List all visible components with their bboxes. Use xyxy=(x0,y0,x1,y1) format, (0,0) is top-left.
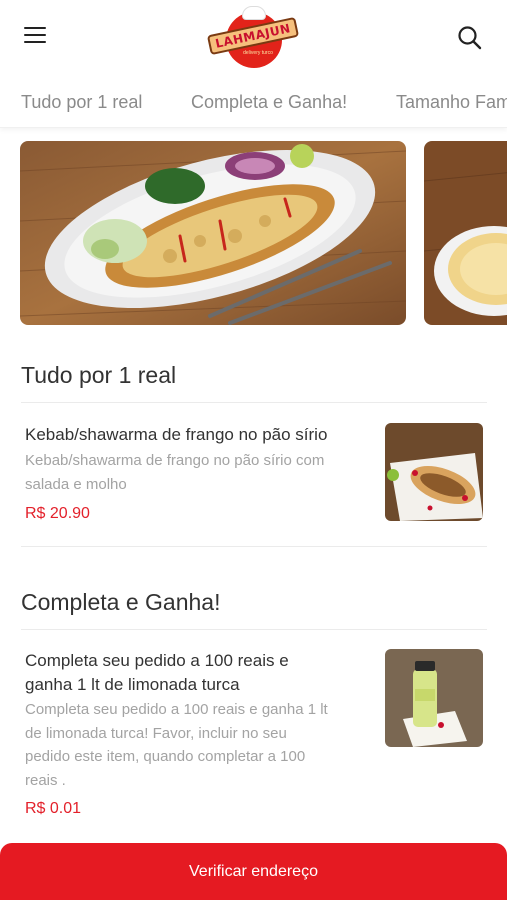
pide-dish-image xyxy=(20,141,406,325)
item-description: Kebab/shawarma de frango no pão sírio co… xyxy=(25,449,375,496)
item-name-line: ganha 1 lt de limonada turca xyxy=(25,675,240,694)
tab-tudo-por-1-real[interactable]: Tudo por 1 real xyxy=(21,92,142,113)
item-description-line: de limonada turca! Favor, incluir no seu xyxy=(25,724,287,742)
hamburger-menu-icon[interactable] xyxy=(24,27,48,47)
tab-tamanho-familia[interactable]: Tamanho Fam xyxy=(396,92,507,113)
check-address-button[interactable]: Verificar endereço xyxy=(0,843,507,900)
promo-banner[interactable] xyxy=(20,141,406,325)
item-price: R$ 20.90 xyxy=(25,505,90,522)
item-image xyxy=(385,649,483,747)
section-title: Completa e Ganha! xyxy=(21,589,221,615)
item-name: Completa seu pedido a 100 reais e ganha … xyxy=(25,649,375,697)
item-description-line: pedido este item, quando completar a 100 xyxy=(25,748,306,765)
chef-hat-icon xyxy=(242,6,266,20)
menu-item[interactable]: Kebab/shawarma de frango no pão sírio Ke… xyxy=(0,403,507,546)
menu-item[interactable]: Completa seu pedido a 100 reais e ganha … xyxy=(0,630,507,830)
promo-banner-next[interactable] xyxy=(424,141,507,325)
item-description-line: Completa seu pedido a 100 reais e ganha … xyxy=(25,701,328,718)
logo-tagline: delivery turco xyxy=(243,50,273,56)
section-title: Tudo por 1 real xyxy=(21,362,177,388)
item-image xyxy=(385,423,483,521)
search-icon[interactable] xyxy=(456,24,484,52)
item-price: R$ 0.01 xyxy=(25,800,82,817)
item-name-line: Completa seu pedido a 100 reais e xyxy=(25,651,289,670)
item-description-line: reais . xyxy=(25,771,66,789)
top-bar: LAHMAJUN delivery turco xyxy=(0,0,507,76)
item-description-line: Kebab/shawarma de frango no pão sírio co… xyxy=(25,452,325,469)
category-tabs: Tudo por 1 real Completa e Ganha! Tamanh… xyxy=(0,76,507,128)
brand-logo[interactable]: LAHMAJUN delivery turco xyxy=(198,4,310,70)
section-divider xyxy=(21,546,487,547)
item-description: Completa seu pedido a 100 reais e ganha … xyxy=(25,698,375,792)
item-name: Kebab/shawarma de frango no pão sírio xyxy=(25,425,328,444)
tab-completa-e-ganha[interactable]: Completa e Ganha! xyxy=(191,92,347,113)
flatbread-dish-image xyxy=(424,141,507,325)
item-description-line: salada e molho xyxy=(25,475,127,493)
